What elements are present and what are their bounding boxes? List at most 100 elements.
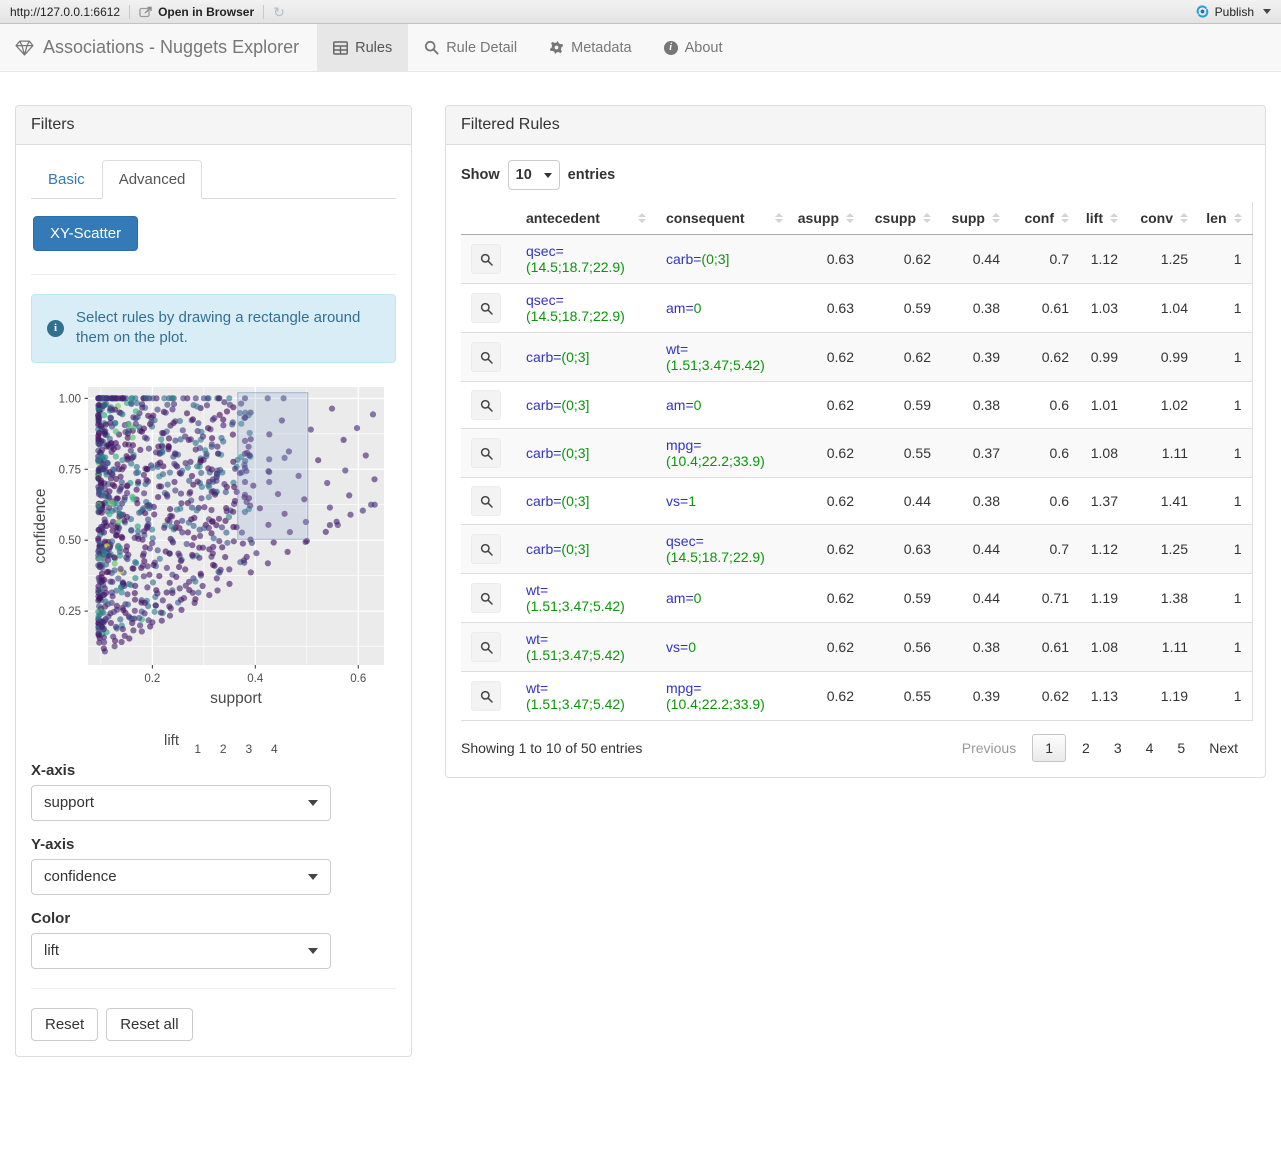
- rule-detail-button[interactable]: [471, 390, 501, 420]
- next-page-button[interactable]: Next: [1197, 734, 1250, 762]
- col-asupp[interactable]: asupp: [793, 202, 864, 235]
- previous-page-button[interactable]: Previous: [950, 734, 1028, 762]
- legend-label: lift: [164, 732, 179, 749]
- color-select[interactable]: lift: [31, 932, 331, 969]
- reset-button[interactable]: Reset: [31, 1007, 99, 1041]
- lift-cell: 1.03: [1079, 283, 1128, 333]
- col-lift[interactable]: lift: [1079, 202, 1128, 235]
- len-cell: 1: [1198, 428, 1252, 478]
- tab-basic[interactable]: Basic: [31, 160, 102, 199]
- conv-cell: 0.99: [1128, 332, 1198, 382]
- page-button-4[interactable]: 4: [1134, 734, 1166, 762]
- rule-detail-button[interactable]: [471, 681, 501, 711]
- rule-detail-button[interactable]: [471, 534, 501, 564]
- rule-detail-button[interactable]: [471, 583, 501, 613]
- conv-cell: 1.02: [1128, 381, 1198, 429]
- search-icon: [480, 592, 493, 605]
- filters-panel: Filters Basic Advanced XY-Scatter i Sele…: [15, 105, 412, 1057]
- tab-metadata[interactable]: Metadata: [533, 24, 647, 71]
- conf-cell: 0.61: [1010, 283, 1079, 333]
- conf-cell: 0.7: [1010, 234, 1079, 284]
- lift-cell: 1.12: [1079, 524, 1128, 574]
- reset-all-button[interactable]: Reset all: [106, 1007, 193, 1041]
- rule-detail-button[interactable]: [471, 293, 501, 323]
- supp-cell: 0.44: [941, 524, 1010, 574]
- csupp-cell: 0.44: [864, 477, 941, 525]
- col-csupp[interactable]: csupp: [864, 202, 941, 235]
- svg-text:0.25: 0.25: [59, 606, 81, 618]
- supp-cell: 0.38: [941, 381, 1010, 429]
- asupp-cell: 0.62: [793, 332, 864, 382]
- consequent-cell: am=0: [656, 283, 793, 333]
- rule-detail-button[interactable]: [471, 632, 501, 662]
- consequent-cell: mpg=(10.4;22.2;33.9): [656, 428, 793, 478]
- scatter-plot[interactable]: 0.2 0.4 0.6 0.25 0.50 0.75 1.00 support confiden…: [32, 381, 396, 718]
- supp-cell: 0.38: [941, 622, 1010, 672]
- svg-text:0.4: 0.4: [247, 673, 264, 685]
- rule-detail-button[interactable]: [471, 244, 501, 274]
- col-len[interactable]: len: [1198, 202, 1252, 235]
- tab-advanced[interactable]: Advanced: [101, 160, 203, 199]
- supp-cell: 0.44: [941, 234, 1010, 284]
- tab-rules[interactable]: Rules: [317, 24, 409, 71]
- col-supp[interactable]: supp: [941, 202, 1010, 235]
- page-length-select[interactable]: 10: [507, 160, 560, 190]
- open-in-browser-button[interactable]: Open in Browser: [139, 5, 254, 19]
- lift-cell: 1.08: [1079, 622, 1128, 672]
- lift-cell: 1.01: [1079, 381, 1128, 429]
- svg-text:support: support: [210, 690, 262, 707]
- svg-text:confidence: confidence: [32, 488, 49, 563]
- page-button-3[interactable]: 3: [1102, 734, 1134, 762]
- col-consequent[interactable]: consequent: [656, 202, 793, 235]
- refresh-icon[interactable]: ↻: [273, 5, 285, 19]
- legend-tick-label: 1: [194, 741, 202, 756]
- table-row: carb=(0;3] wt=(1.51;3.47;5.42) 0.62 0.62 0.3…: [461, 332, 1252, 382]
- col-detail: [461, 202, 516, 235]
- page-button-5[interactable]: 5: [1165, 734, 1197, 762]
- col-conf[interactable]: conf: [1010, 202, 1079, 235]
- consequent-cell: vs=1: [656, 477, 793, 525]
- lift-cell: 1.19: [1079, 573, 1128, 623]
- conv-cell: 1.25: [1128, 234, 1198, 284]
- table-info: Showing 1 to 10 of 50 entries: [461, 740, 643, 756]
- csupp-cell: 0.59: [864, 573, 941, 623]
- xy-scatter-button[interactable]: XY-Scatter: [33, 216, 139, 251]
- sort-icon: [775, 213, 783, 223]
- svg-text:0.2: 0.2: [144, 673, 160, 685]
- page-button-1[interactable]: 1: [1032, 734, 1067, 762]
- conv-cell: 1.41: [1128, 477, 1198, 525]
- lift-cell: 0.99: [1079, 332, 1128, 382]
- asupp-cell: 0.63: [793, 234, 864, 284]
- sort-icon: [846, 213, 854, 223]
- page-button-2[interactable]: 2: [1070, 734, 1102, 762]
- csupp-cell: 0.55: [864, 671, 941, 721]
- csupp-cell: 0.56: [864, 622, 941, 672]
- len-cell: 1: [1198, 524, 1252, 574]
- publish-button[interactable]: Publish: [1195, 4, 1271, 19]
- rule-detail-button[interactable]: [471, 438, 501, 468]
- search-icon: [425, 40, 439, 55]
- col-antecedent[interactable]: antecedent: [516, 202, 656, 235]
- y-axis-label: Y-axis: [31, 835, 75, 853]
- csupp-cell: 0.63: [864, 524, 941, 574]
- sort-icon: [1180, 213, 1188, 223]
- rule-detail-button[interactable]: [471, 342, 501, 372]
- conf-cell: 0.61: [1010, 622, 1079, 672]
- table-row: wt=(1.51;3.47;5.42) vs=0 0.62 0.56 0.38 0.61 1…: [461, 622, 1252, 672]
- table-row: carb=(0;3] am=0 0.62 0.59 0.38 0.6 1.01 1.02 1: [461, 381, 1252, 429]
- search-icon: [480, 447, 493, 460]
- len-cell: 1: [1198, 622, 1252, 672]
- csupp-cell: 0.55: [864, 428, 941, 478]
- browser-toolbar: http://127.0.0.1:6612 Open in Browser ↻ …: [0, 0, 1281, 24]
- tab-about[interactable]: i About: [648, 24, 739, 71]
- rule-detail-button[interactable]: [471, 486, 501, 516]
- len-cell: 1: [1198, 332, 1252, 382]
- x-axis-select[interactable]: support: [31, 784, 331, 821]
- consequent-cell: qsec=(14.5;18.7;22.9): [656, 524, 793, 574]
- svg-text:0.50: 0.50: [59, 535, 81, 547]
- consequent-cell: am=0: [656, 381, 793, 429]
- tab-rule-detail[interactable]: Rule Detail: [408, 24, 533, 71]
- asupp-cell: 0.62: [793, 477, 864, 525]
- y-axis-select[interactable]: confidence: [31, 858, 331, 895]
- col-conv[interactable]: conv: [1128, 202, 1198, 235]
